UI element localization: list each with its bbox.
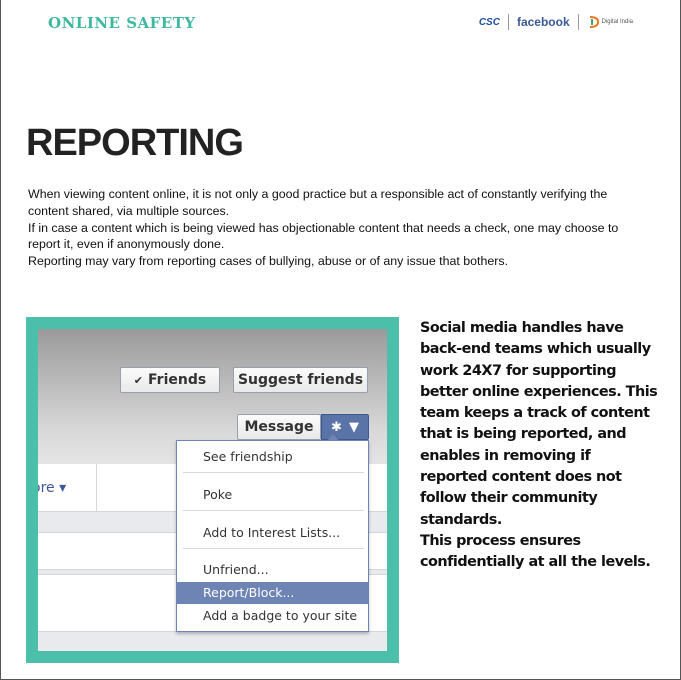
tab-divider <box>96 464 97 512</box>
check-icon: ✔ <box>133 373 144 387</box>
dropdown-caret <box>327 434 339 441</box>
menu-divider <box>183 472 364 473</box>
csc-logo: CSC <box>478 16 500 28</box>
intro-paragraph: If in case a content which is being view… <box>28 220 619 252</box>
suggest-friends-button[interactable]: Suggest friends <box>233 367 368 393</box>
settings-dropdown-menu: See friendship Poke Add to Interest List… <box>176 434 369 632</box>
menu-item-add-to-interest-lists[interactable]: Add to Interest Lists... <box>177 522 368 544</box>
gear-icon: ✱ <box>331 419 342 435</box>
side-paragraph: This process ensures confidentially at a… <box>420 532 651 571</box>
logo-divider <box>507 14 509 30</box>
menu-divider <box>183 548 364 549</box>
menu-item-report-block[interactable]: Report/Block... <box>177 582 368 604</box>
more-tab[interactable]: ore ▾ <box>38 480 66 496</box>
friends-button[interactable]: ✔ Friends <box>120 367 220 393</box>
intro-paragraph: When viewing content online, it is not o… <box>28 187 608 218</box>
menu-divider <box>183 510 364 511</box>
menu-item-poke[interactable]: Poke <box>177 484 368 506</box>
partner-logos: CSC facebook Digital India <box>479 14 633 30</box>
intro-paragraph: Reporting may vary from reporting cases … <box>28 254 509 269</box>
facebook-profile-screenshot: ✔ Friends Suggest friends Message ✱ ▼ or… <box>38 329 387 651</box>
screenshot-frame: ✔ Friends Suggest friends Message ✱ ▼ or… <box>26 317 399 663</box>
menu-item-add-badge[interactable]: Add a badge to your site <box>177 605 368 627</box>
page-title: REPORTING <box>26 122 244 164</box>
digital-india-logo: Digital India <box>587 15 633 29</box>
logo-divider <box>577 14 579 30</box>
friends-label: Friends <box>148 372 207 388</box>
header-title: ONLINE SAFETY <box>48 14 196 32</box>
digital-india-icon <box>589 16 599 28</box>
digital-india-label: Digital India <box>601 19 633 25</box>
menu-item-unfriend[interactable]: Unfriend... <box>177 559 368 581</box>
chevron-down-icon: ▼ <box>348 419 359 435</box>
message-button[interactable]: Message <box>237 414 321 440</box>
side-paragraph: Social media handles have back-end teams… <box>420 320 658 528</box>
side-description: Social media handles have back-end teams… <box>420 318 660 574</box>
facebook-logo: facebook <box>516 15 570 29</box>
menu-item-see-friendship[interactable]: See friendship <box>177 446 368 468</box>
intro-text: When viewing content online, it is not o… <box>28 186 648 270</box>
